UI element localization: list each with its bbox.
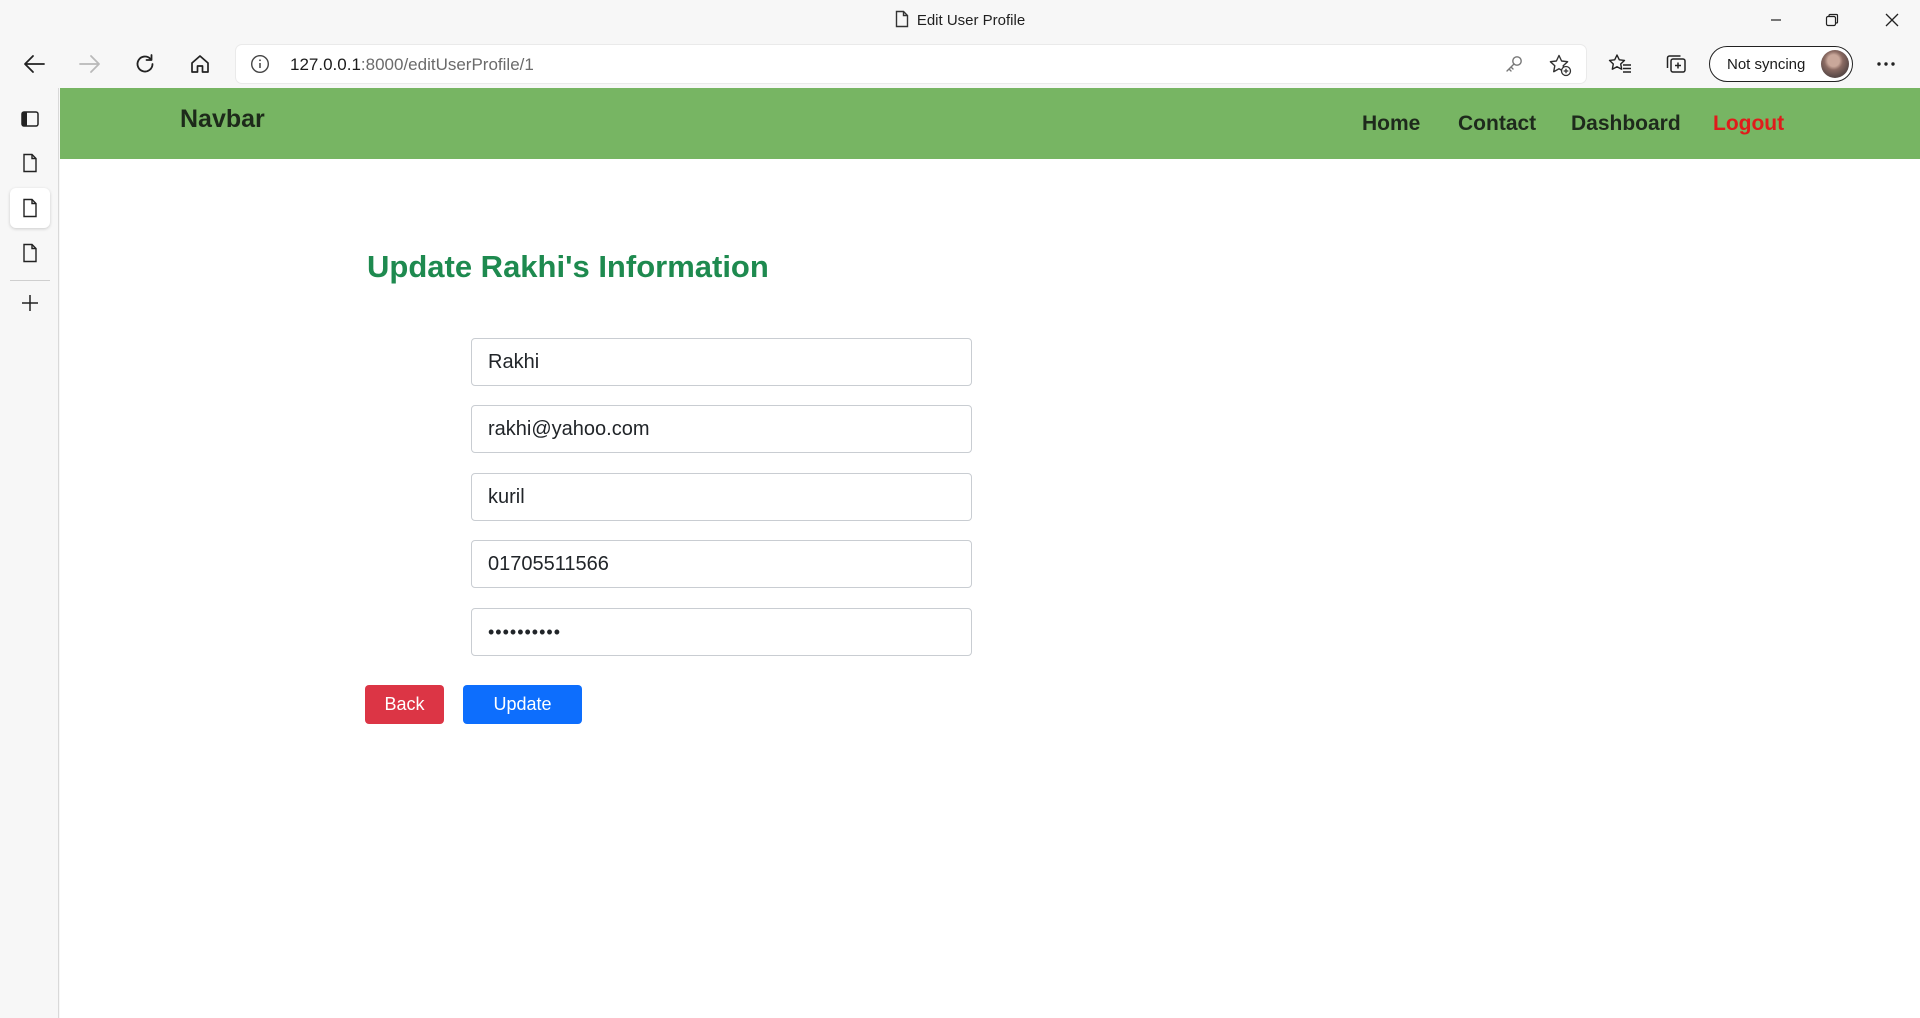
url-host: 127.0.0.1	[290, 55, 361, 74]
update-button[interactable]: Update	[463, 685, 582, 724]
phone-field[interactable]: 01705511566	[471, 540, 972, 588]
close-icon	[1885, 13, 1899, 27]
arrow-right-icon	[79, 55, 100, 73]
tab-actions-button[interactable]	[10, 99, 50, 139]
forward-button[interactable]	[70, 46, 110, 82]
name-value: Rakhi	[488, 350, 540, 373]
more-icon	[1877, 62, 1895, 66]
collections-button[interactable]	[1656, 46, 1696, 82]
password-field[interactable]: ••••••••••	[471, 608, 972, 656]
home-button[interactable]	[180, 46, 220, 82]
address-bar[interactable]: 127.0.0.1:8000/editUserProfile/1	[236, 45, 1586, 83]
title-bar: Edit User Profile	[0, 0, 1920, 40]
key-icon[interactable]	[1504, 54, 1524, 79]
collections-icon	[1666, 55, 1686, 73]
phone-value: 01705511566	[488, 552, 609, 575]
home-icon	[191, 55, 209, 73]
email-field[interactable]: rakhi@yahoo.com	[471, 405, 972, 453]
tab-3[interactable]	[10, 233, 50, 273]
password-value: ••••••••••	[488, 621, 562, 642]
document-icon	[23, 153, 37, 173]
avatar	[1821, 50, 1849, 78]
nav-links: Home Contact Dashboard Logout	[60, 112, 1920, 142]
document-icon	[895, 10, 909, 32]
arrow-left-icon	[24, 55, 45, 73]
site-navbar: Navbar Home Contact Dashboard Logout	[60, 88, 1920, 159]
favorites-button[interactable]	[1600, 46, 1640, 82]
restore-button[interactable]	[1804, 0, 1860, 40]
restore-icon	[1825, 13, 1839, 27]
address-field[interactable]: kuril	[471, 473, 972, 521]
url-path: :8000/editUserProfile/1	[360, 55, 534, 74]
nav-link-logout[interactable]: Logout	[1713, 112, 1784, 136]
address-value: kuril	[488, 485, 525, 508]
tab-actions-icon	[21, 111, 39, 127]
reload-icon	[136, 54, 154, 73]
favorites-icon	[1608, 54, 1631, 73]
info-icon[interactable]	[250, 54, 270, 79]
page-title: Update Rakhi's Information	[367, 249, 769, 284]
nav-link-contact[interactable]: Contact	[1458, 112, 1536, 136]
reload-button[interactable]	[125, 46, 165, 82]
back-button[interactable]	[14, 46, 54, 82]
window-title-text: Edit User Profile	[916, 12, 1026, 29]
document-icon	[23, 198, 37, 218]
tabs-divider	[10, 280, 50, 281]
email-value: rakhi@yahoo.com	[488, 417, 650, 440]
back-button[interactable]: Back	[365, 685, 444, 724]
plus-icon	[22, 295, 38, 311]
nav-link-home[interactable]: Home	[1362, 112, 1420, 136]
vertical-tabs-strip	[0, 88, 59, 1018]
browser-toolbar: 127.0.0.1:8000/editUserProfile/1 Not syn…	[0, 40, 1920, 88]
tab-1[interactable]	[10, 143, 50, 183]
page-viewport: Navbar Home Contact Dashboard Logout Upd…	[60, 88, 1920, 1018]
minimize-icon	[1771, 19, 1781, 21]
profile-sync-button[interactable]: Not syncing	[1709, 46, 1853, 82]
tab-2-active[interactable]	[10, 188, 50, 228]
nav-link-dashboard[interactable]: Dashboard	[1571, 112, 1681, 136]
sync-label: Not syncing	[1727, 56, 1806, 73]
minimize-button[interactable]	[1748, 0, 1804, 40]
url-text[interactable]: 127.0.0.1:8000/editUserProfile/1	[290, 55, 534, 75]
document-icon	[23, 243, 37, 263]
name-field[interactable]: Rakhi	[471, 338, 972, 386]
window-title: Edit User Profile	[0, 10, 1920, 32]
more-button[interactable]	[1866, 46, 1906, 82]
new-tab-button[interactable]	[10, 283, 50, 323]
close-button[interactable]	[1864, 0, 1920, 40]
star-plus-icon[interactable]	[1548, 53, 1572, 82]
